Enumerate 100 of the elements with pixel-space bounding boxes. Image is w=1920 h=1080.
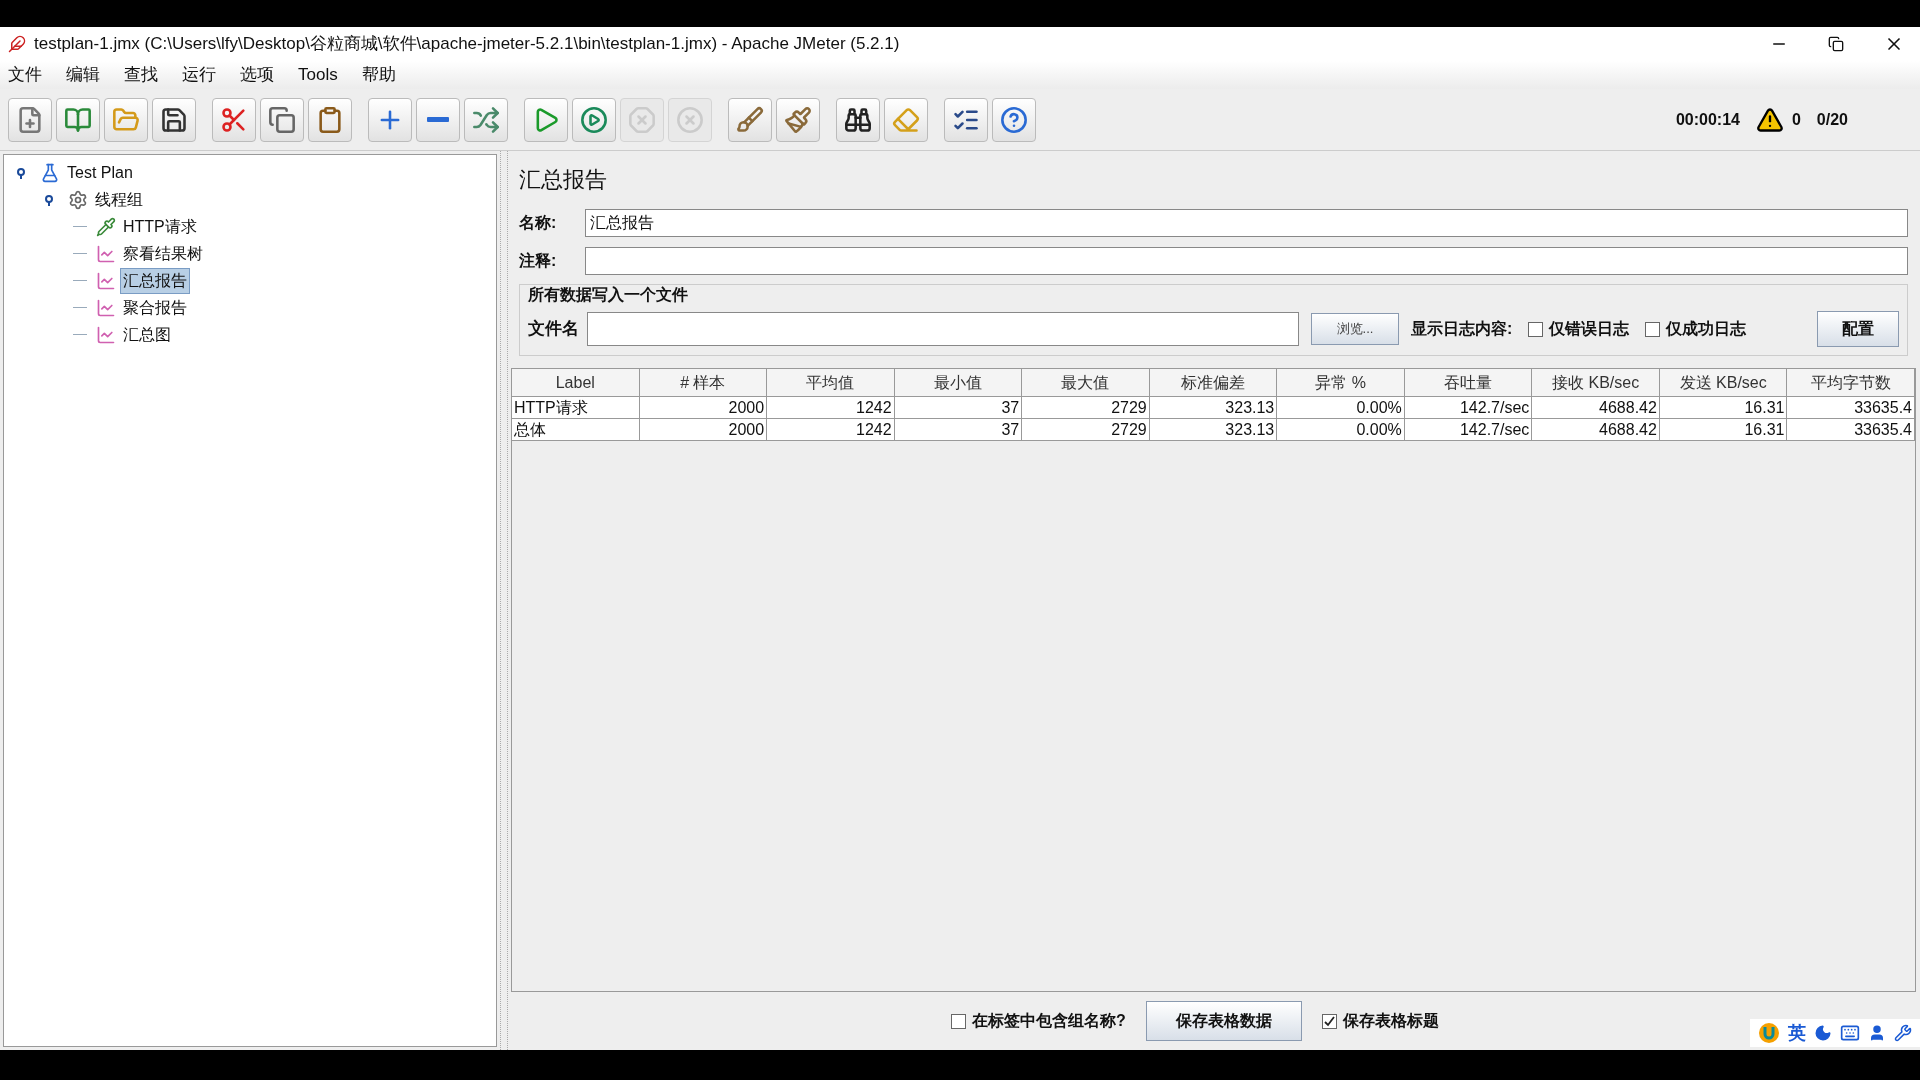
checkbox[interactable] — [1321, 1013, 1337, 1029]
table-cell: 323.13 — [1149, 397, 1278, 419]
table-cell: 2729 — [1022, 397, 1150, 419]
feather-icon — [8, 35, 26, 53]
clipboard-icon — [316, 105, 344, 134]
menu-item[interactable]: 选项 — [240, 62, 274, 88]
field-label: 注释: — [519, 251, 558, 271]
table-cell: 323.13 — [1149, 419, 1278, 441]
tree-item[interactable]: 线程组 — [92, 186, 146, 213]
table-cell: 142.7/sec — [1404, 397, 1533, 419]
moon-icon[interactable] — [1814, 1024, 1832, 1042]
toggle-icon — [472, 105, 500, 134]
help-icon — [1000, 105, 1028, 134]
column-header[interactable]: 发送 KB/sec — [1659, 369, 1788, 397]
column-header[interactable]: # 样本 — [639, 369, 768, 397]
table-cell: 4688.42 — [1532, 397, 1660, 419]
table-cell: 2729 — [1022, 419, 1150, 441]
configure-button[interactable]: 配置 — [1817, 311, 1899, 347]
column-header[interactable]: 标准偏差 — [1149, 369, 1278, 397]
toolbar-button[interactable] — [944, 97, 988, 142]
tree-item[interactable]: Test Plan — [64, 159, 136, 186]
table-cell: 33635.4 — [1787, 419, 1915, 441]
column-header[interactable]: 最小值 — [894, 369, 1023, 397]
restore-icon[interactable] — [1828, 36, 1844, 52]
column-header[interactable]: 接收 KB/sec — [1532, 369, 1660, 397]
window-title: testplan-1.jmx (C:\Users\lfy\Desktop\谷粒商城\软件\apache-jmeter-5.2.1\bin\testplan-1.jmx) - Apache JMeter (5.2.1) — [34, 33, 900, 56]
comment-field[interactable] — [585, 247, 1908, 275]
column-header[interactable]: 平均值 — [767, 369, 895, 397]
table-cell: 16.31 — [1659, 419, 1788, 441]
tree-item[interactable]: HTTP请求 — [120, 213, 200, 240]
checkbox-label: 仅成功日志 — [1666, 319, 1747, 339]
thread-count: 0/20 — [1816, 109, 1848, 130]
browse-button[interactable]: 浏览... — [1311, 313, 1399, 345]
wrench-icon[interactable] — [1894, 1024, 1912, 1042]
ime-mode[interactable]: 英 — [1788, 1019, 1806, 1047]
tree-item[interactable]: 聚合报告 — [120, 294, 190, 321]
checkbox-label: 保存表格标题 — [1342, 1011, 1439, 1031]
warning-count: 0 — [1791, 109, 1801, 130]
panel-title: 汇总报告 — [518, 166, 608, 194]
scissors-icon — [220, 105, 248, 134]
checkbox[interactable] — [1645, 321, 1661, 337]
table-cell: 2000 — [639, 419, 768, 441]
table-cell: 16.31 — [1659, 397, 1788, 419]
tree-item[interactable]: 察看结果树 — [120, 240, 206, 267]
group-title: 所有数据写入一个文件 — [528, 285, 689, 305]
tree-item[interactable]: 汇总报告 — [120, 267, 190, 294]
field-label: 名称: — [519, 213, 558, 233]
table-cell: 0.00% — [1277, 397, 1405, 419]
chart-icon — [96, 270, 116, 291]
table-cell: 37 — [894, 419, 1023, 441]
column-header[interactable]: Label — [512, 369, 640, 397]
table-cell: 总体 — [512, 419, 640, 441]
warning-icon — [1755, 105, 1784, 134]
file-name-field[interactable] — [587, 312, 1299, 346]
menu-item[interactable]: 帮助 — [361, 62, 396, 88]
checkbox[interactable] — [951, 1013, 966, 1029]
column-header[interactable]: 吞吐量 — [1404, 369, 1533, 397]
table-cell: 0.00% — [1277, 419, 1405, 441]
new-file-icon — [16, 105, 44, 134]
shutdown-icon — [676, 105, 704, 134]
menu-item[interactable]: 运行 — [182, 62, 216, 88]
menu-item[interactable]: Tools — [298, 62, 338, 88]
user-icon[interactable] — [1868, 1024, 1886, 1042]
copy-icon — [268, 105, 296, 134]
minus-icon — [427, 117, 449, 122]
toolbar-button[interactable] — [152, 97, 196, 142]
menu-item[interactable]: 查找 — [124, 62, 158, 88]
chart-icon — [96, 324, 116, 345]
checkbox-label: 在标签中包含组名称? — [972, 1011, 1126, 1031]
save-table-button[interactable]: 保存表格数据 — [1145, 1001, 1302, 1041]
log-label: 显示日志内容: — [1411, 319, 1513, 339]
checkbox[interactable] — [1528, 321, 1544, 337]
column-header[interactable]: 平均字节数 — [1787, 369, 1915, 397]
keyboard-icon[interactable] — [1840, 1023, 1860, 1043]
table-cell: 142.7/sec — [1404, 419, 1533, 441]
table-cell: 1242 — [767, 397, 895, 419]
name-field[interactable]: 汇总报告 — [585, 209, 1908, 237]
eraser-icon — [892, 105, 920, 134]
field-label: 文件名 — [528, 318, 579, 341]
flask-icon — [40, 162, 60, 183]
folder-icon — [112, 105, 140, 134]
table-cell: 33635.4 — [1787, 397, 1915, 419]
menu-item[interactable]: 文件 — [8, 62, 42, 88]
column-header[interactable]: 最大值 — [1022, 369, 1150, 397]
stop-icon — [628, 105, 656, 134]
ime-logo-icon — [1758, 1022, 1780, 1044]
table-cell: 37 — [894, 397, 1023, 419]
table-cell: 2000 — [639, 397, 768, 419]
toolbar-button[interactable] — [836, 97, 880, 142]
table-cell: 4688.42 — [1532, 419, 1660, 441]
table-cell: HTTP请求 — [512, 397, 640, 419]
column-header[interactable]: 异常 % — [1277, 369, 1405, 397]
play-icon — [580, 105, 608, 134]
menu-item[interactable]: 编辑 — [66, 62, 100, 88]
pipette-icon — [96, 216, 116, 237]
elapsed-time: 00:00:14 — [1675, 109, 1740, 130]
gear-icon — [68, 189, 88, 210]
binoculars-icon — [844, 105, 872, 134]
checkbox-label: 仅错误日志 — [1549, 319, 1630, 339]
tree-item[interactable]: 汇总图 — [120, 321, 174, 348]
